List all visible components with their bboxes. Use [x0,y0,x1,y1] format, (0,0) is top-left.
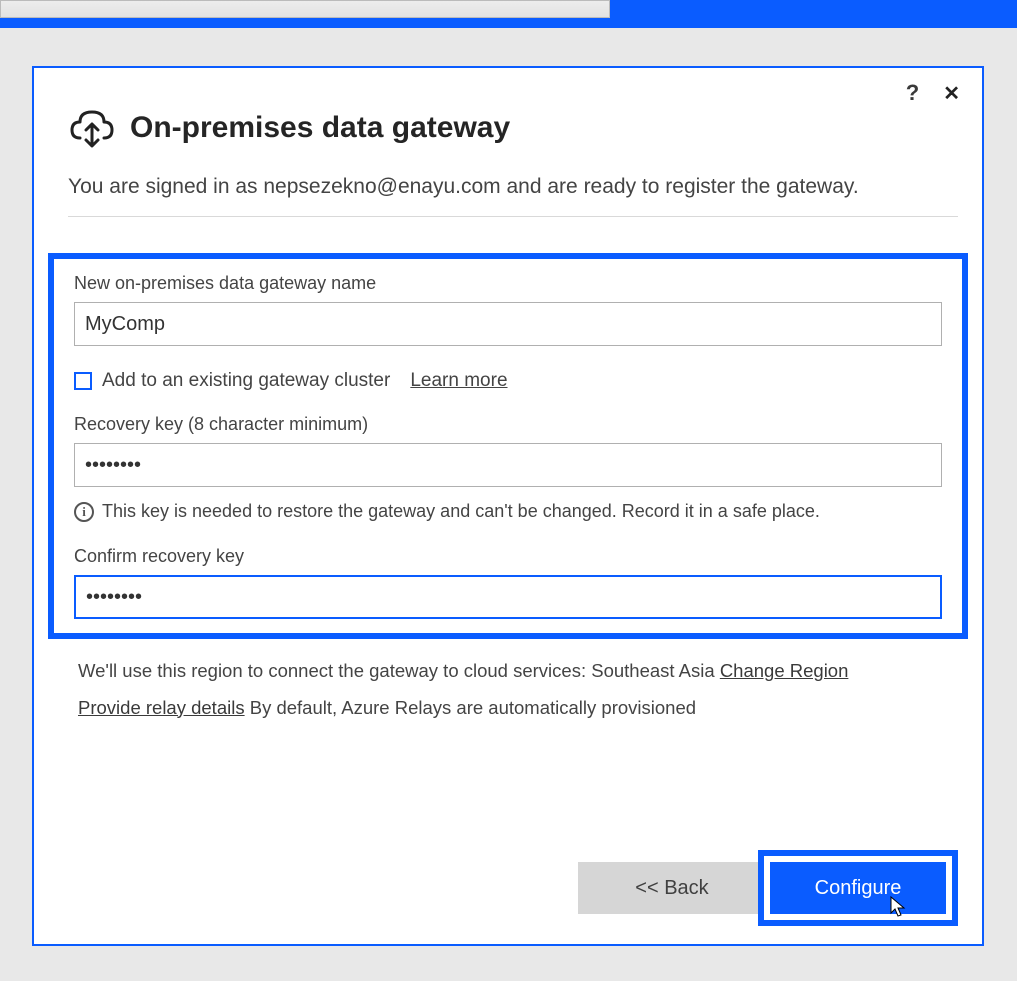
confirm-key-input[interactable] [74,575,942,619]
info-icon: i [74,502,94,522]
form-highlight-region: New on-premises data gateway name Add to… [48,253,968,639]
region-prefix: We'll use this region to connect the gat… [78,660,591,681]
close-icon[interactable]: ✕ [939,81,964,106]
gateway-name-label: New on-premises data gateway name [74,273,942,294]
region-name: Southeast Asia [591,660,720,681]
recovery-info-row: i This key is needed to restore the gate… [74,501,942,522]
learn-more-link[interactable]: Learn more [410,370,507,392]
gateway-config-dialog: ? ✕ On-premises data gateway You are sig… [32,66,984,946]
add-cluster-label: Add to an existing gateway cluster [102,370,390,392]
recovery-info-text: This key is needed to restore the gatewa… [102,501,820,522]
browser-tab-area [0,0,610,18]
region-info: We'll use this region to connect the gat… [78,653,958,725]
configure-label: Configure [815,877,902,899]
help-icon[interactable]: ? [906,80,919,106]
confirm-key-label: Confirm recovery key [74,546,942,567]
dialog-title: On-premises data gateway [130,111,510,145]
add-cluster-checkbox[interactable] [74,372,92,390]
signin-prefix: You are signed in as [68,175,263,198]
dialog-buttons: << Back Configure [578,850,958,926]
change-region-link[interactable]: Change Region [720,660,849,681]
signin-status: You are signed in as nepsezekno@enayu.co… [68,172,958,217]
dialog-header: On-premises data gateway [68,104,958,152]
gateway-name-input[interactable] [74,302,942,346]
back-button[interactable]: << Back [578,862,766,914]
relay-details-link[interactable]: Provide relay details [78,697,245,718]
recovery-key-input[interactable] [74,443,942,487]
cluster-checkbox-row: Add to an existing gateway cluster Learn… [74,370,942,392]
signin-suffix: and are ready to register the gateway. [501,175,859,198]
recovery-key-label: Recovery key (8 character minimum) [74,414,942,435]
configure-highlight: Configure [758,850,958,926]
relay-suffix: By default, Azure Relays are automatical… [245,697,696,718]
dialog-action-icons: ? ✕ [906,80,964,106]
cloud-upload-icon [68,104,116,152]
configure-button[interactable]: Configure [770,862,946,914]
signin-email: nepsezekno@enayu.com [263,175,500,198]
cursor-icon [890,896,908,918]
window-top-bar [0,0,1017,28]
